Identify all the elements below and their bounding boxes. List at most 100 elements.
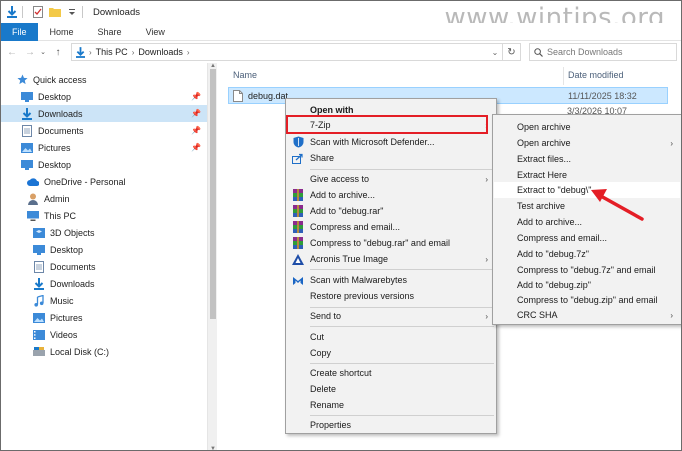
menu-item-label: Add to archive...: [310, 190, 376, 200]
menu-item-properties[interactable]: Properties: [286, 417, 496, 433]
nav-scrollbar[interactable]: ▲ ▼: [207, 63, 218, 450]
chevron-down-icon[interactable]: ⌄: [488, 48, 502, 57]
nav-item-onedrive[interactable]: OneDrive - Personal: [1, 173, 207, 190]
menu-item-label: Acronis True Image: [310, 254, 389, 264]
properties-icon[interactable]: [32, 6, 44, 18]
share-icon: [292, 152, 304, 164]
tab-home[interactable]: Home: [38, 23, 86, 41]
zip-item-compress-zip-email[interactable]: Compress to "debug.zip" and email: [493, 292, 681, 308]
nav-item-music[interactable]: Music: [1, 292, 207, 309]
nav-item-documents-pinned[interactable]: Documents 📌: [1, 122, 207, 139]
menu-item-add-debug-rar[interactable]: Add to "debug.rar": [286, 203, 496, 219]
menu-item-rename[interactable]: Rename: [286, 397, 496, 413]
column-header-name[interactable]: Name: [233, 70, 257, 80]
documents-icon: [33, 260, 45, 273]
nav-item-quick-access[interactable]: Quick access: [1, 71, 207, 88]
forward-arrow-icon[interactable]: →: [23, 45, 37, 59]
zip-item-open-archive-submenu[interactable]: Open archive ›: [493, 135, 681, 151]
tab-file[interactable]: File: [1, 23, 38, 41]
submenu-arrow-icon: ›: [670, 138, 673, 148]
zip-item-extract-files[interactable]: Extract files...: [493, 151, 681, 167]
menu-item-create-shortcut[interactable]: Create shortcut: [286, 365, 496, 381]
zip-item-open-archive[interactable]: Open archive: [493, 119, 681, 135]
nav-item-desktop-pc[interactable]: Desktop: [1, 241, 207, 258]
back-arrow-icon[interactable]: ←: [5, 45, 19, 59]
nav-item-3d-objects[interactable]: 3D Objects: [1, 224, 207, 241]
menu-item-label: Rename: [310, 400, 345, 410]
nav-item-admin[interactable]: Admin: [1, 190, 207, 207]
toolbar-divider: [22, 6, 23, 18]
menu-item-give-access[interactable]: Give access to ›: [286, 171, 496, 187]
menu-item-compress-email[interactable]: Compress and email...: [286, 219, 496, 235]
nav-item-desktop-pinned[interactable]: Desktop 📌: [1, 88, 207, 105]
pin-icon[interactable]: 📌: [191, 109, 201, 118]
menu-item-malwarebytes[interactable]: Scan with Malwarebytes: [286, 272, 496, 288]
search-input[interactable]: [547, 47, 671, 57]
nav-item-pictures-pc[interactable]: Pictures: [1, 309, 207, 326]
menu-item-copy[interactable]: Copy: [286, 345, 496, 361]
nav-item-label: 3D Objects: [50, 227, 95, 238]
pin-icon[interactable]: 📌: [191, 143, 201, 152]
zip-item-add-7z[interactable]: Add to "debug.7z": [493, 246, 681, 262]
menu-item-label: Compress to "debug.7z" and email: [517, 265, 656, 275]
acronis-icon: [292, 253, 304, 265]
pin-icon[interactable]: 📌: [191, 126, 201, 135]
menu-item-label: Compress and email...: [310, 222, 401, 232]
chevron-right-icon[interactable]: ›: [89, 48, 92, 57]
nav-item-videos[interactable]: Videos: [1, 326, 207, 343]
nav-item-local-disk[interactable]: Local Disk (C:): [1, 343, 207, 360]
nav-item-desktop[interactable]: Desktop: [1, 156, 207, 173]
up-arrow-icon[interactable]: ↑: [51, 45, 65, 59]
customize-toolbar-icon[interactable]: [66, 6, 78, 18]
zip-item-add-zip[interactable]: Add to "debug.zip": [493, 277, 681, 293]
tab-view[interactable]: View: [134, 23, 177, 41]
chevron-right-icon[interactable]: ›: [132, 48, 135, 57]
tab-share[interactable]: Share: [86, 23, 134, 41]
breadcrumb-this-pc[interactable]: This PC: [96, 47, 128, 57]
menu-item-share[interactable]: Share: [286, 150, 496, 166]
zip-item-compress-email[interactable]: Compress and email...: [493, 230, 681, 246]
nav-item-downloads-pinned[interactable]: Downloads 📌: [1, 105, 207, 122]
nav-item-label: Pictures: [50, 312, 83, 323]
submenu-arrow-icon: ›: [485, 254, 488, 264]
nav-item-label: Quick access: [33, 74, 87, 85]
column-divider[interactable]: [563, 67, 564, 85]
zip-item-extract-here[interactable]: Extract Here: [493, 167, 681, 183]
winrar-icon: [292, 221, 304, 233]
nav-item-this-pc[interactable]: This PC: [1, 207, 207, 224]
column-header-date[interactable]: Date modified: [568, 70, 624, 80]
pin-icon[interactable]: 📌: [191, 92, 201, 101]
recent-locations-chevron-icon[interactable]: ⌄: [39, 45, 47, 59]
menu-item-label: Send to: [310, 311, 342, 321]
nav-item-downloads-pc[interactable]: Downloads: [1, 275, 207, 292]
refresh-icon[interactable]: ↻: [503, 43, 521, 61]
menu-item-label: Create shortcut: [310, 368, 372, 378]
zip-item-crc-sha[interactable]: CRC SHA ›: [493, 307, 681, 323]
scrollbar-thumb[interactable]: [210, 69, 216, 319]
menu-item-add-archive[interactable]: Add to archive...: [286, 187, 496, 203]
menu-item-scan-defender[interactable]: Scan with Microsoft Defender...: [286, 134, 496, 150]
breadcrumb-downloads[interactable]: Downloads: [138, 47, 183, 57]
address-bar-row: ← → ⌄ ↑ › This PC › Downloads › ⌄ ↻: [1, 41, 681, 63]
menu-item-cut[interactable]: Cut: [286, 329, 496, 345]
menu-item-compress-rar-email[interactable]: Compress to "debug.rar" and email: [286, 235, 496, 251]
new-folder-icon[interactable]: [49, 6, 61, 18]
zip-item-compress-7z-email[interactable]: Compress to "debug.7z" and email: [493, 262, 681, 278]
download-arrow-icon[interactable]: [6, 6, 18, 18]
user-icon: [27, 193, 39, 205]
winrar-icon: [292, 189, 304, 201]
menu-item-restore-versions[interactable]: Restore previous versions: [286, 288, 496, 304]
menu-item-label: Compress and email...: [517, 233, 608, 243]
nav-item-label: This PC: [44, 210, 77, 221]
chevron-right-icon[interactable]: ›: [187, 48, 190, 57]
submenu-arrow-icon: ›: [485, 174, 488, 184]
nav-item-pictures-pinned[interactable]: Pictures 📌: [1, 139, 207, 156]
menu-item-acronis[interactable]: Acronis True Image ›: [286, 251, 496, 267]
address-bar[interactable]: › This PC › Downloads › ⌄: [71, 43, 503, 61]
nav-item-label: Admin: [44, 193, 70, 204]
menu-item-send-to[interactable]: Send to ›: [286, 308, 496, 324]
nav-item-documents-pc[interactable]: Documents: [1, 258, 207, 275]
menu-item-delete[interactable]: Delete: [286, 381, 496, 397]
scroll-down-icon[interactable]: ▼: [208, 446, 218, 450]
search-box[interactable]: [529, 43, 677, 61]
